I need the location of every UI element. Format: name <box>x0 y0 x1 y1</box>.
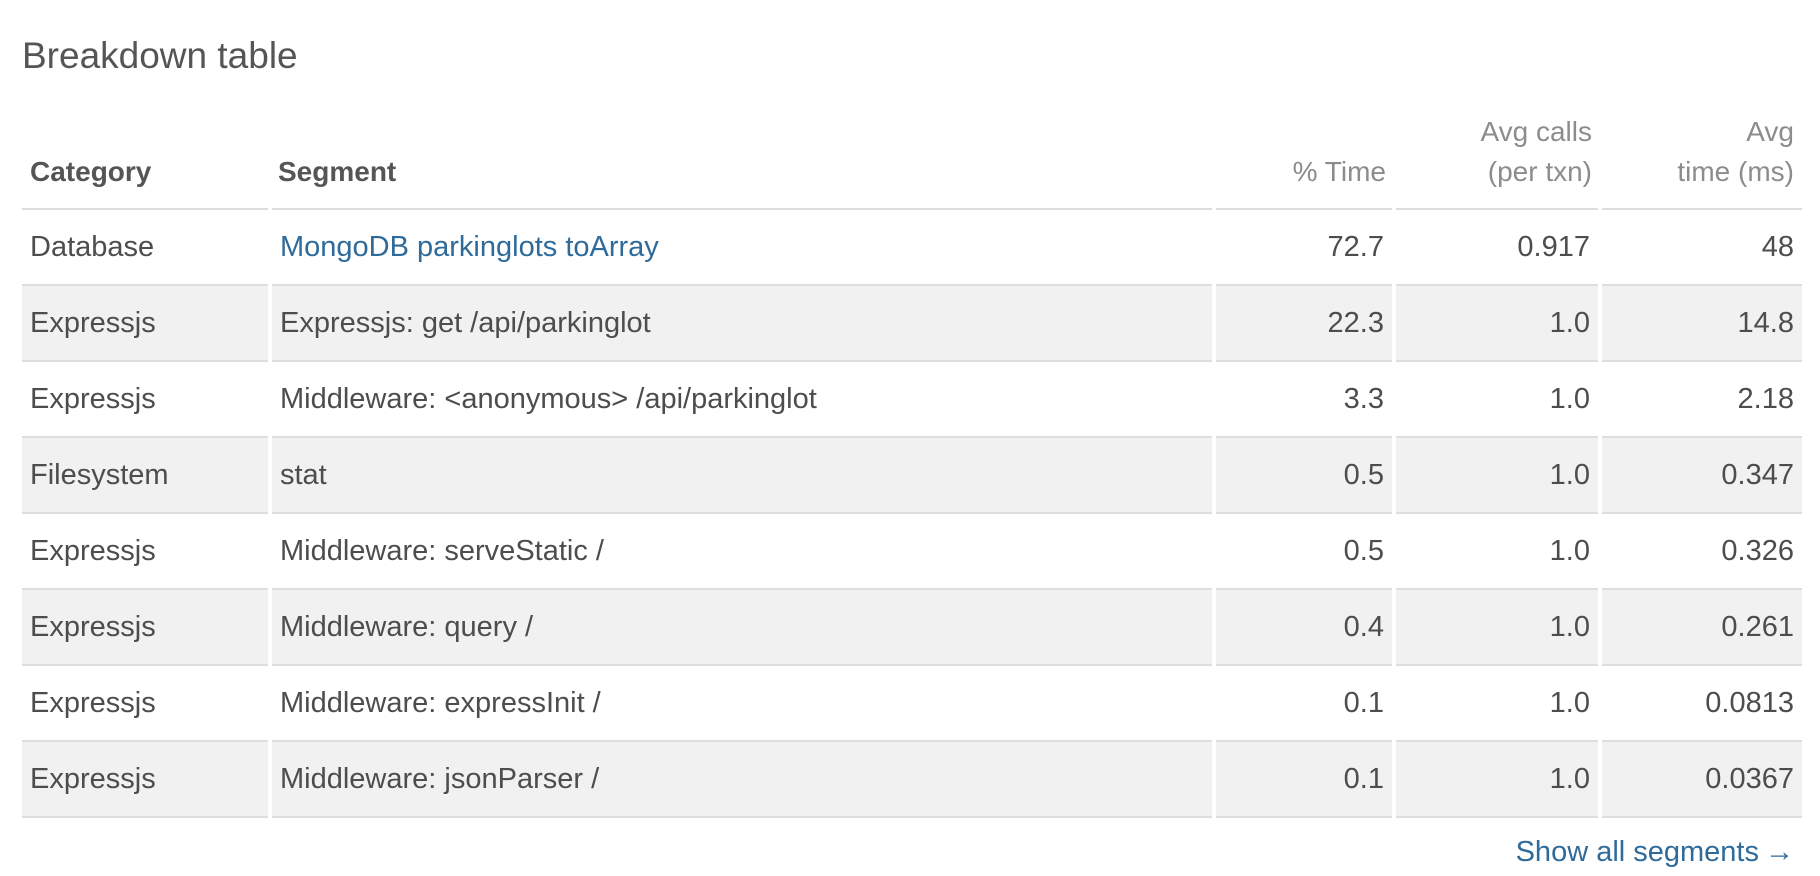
cell-segment: Expressjs: get /api/parkinglot <box>268 285 1214 362</box>
cell-pct-time: 22.3 <box>1212 285 1394 362</box>
breakdown-table: Category Segment % Time Avg calls (per t… <box>22 112 1802 818</box>
cell-category: Database <box>22 209 270 286</box>
cell-avg-time: 0.326 <box>1598 513 1802 590</box>
column-header-avg-time-line1: Avg <box>1746 116 1794 147</box>
cell-segment: MongoDB parkinglots toArray <box>268 209 1214 286</box>
cell-avg-calls: 1.0 <box>1392 437 1600 514</box>
column-header-avg-calls-line2: (per txn) <box>1487 156 1592 187</box>
cell-pct-time: 0.4 <box>1212 589 1394 666</box>
cell-avg-calls: 1.0 <box>1392 741 1600 818</box>
cell-category: Expressjs <box>22 665 270 742</box>
cell-avg-time: 0.261 <box>1598 589 1802 666</box>
segment-link[interactable]: MongoDB parkinglots toArray <box>280 231 659 263</box>
cell-avg-time: 0.0813 <box>1598 665 1802 742</box>
column-header-avg-calls-line1: Avg calls <box>1480 116 1592 147</box>
cell-avg-time: 48 <box>1598 209 1802 286</box>
cell-category: Expressjs <box>22 361 270 438</box>
cell-segment: Middleware: jsonParser / <box>268 741 1214 818</box>
show-all-segments-link[interactable]: Show all segments → <box>1516 836 1794 868</box>
cell-avg-time: 0.0367 <box>1598 741 1802 818</box>
table-row: Expressjs Middleware: serveStatic / 0.5 … <box>22 513 1802 590</box>
cell-avg-calls: 1.0 <box>1392 513 1600 590</box>
cell-category: Expressjs <box>22 741 270 818</box>
show-all-segments-label: Show all segments <box>1515 836 1759 868</box>
table-body: Database MongoDB parkinglots toArray 72.… <box>22 209 1802 818</box>
cell-avg-calls: 1.0 <box>1392 285 1600 362</box>
cell-pct-time: 0.1 <box>1212 741 1394 818</box>
column-header-segment[interactable]: Segment <box>270 112 1214 210</box>
cell-pct-time: 0.5 <box>1212 513 1394 590</box>
table-row: Database MongoDB parkinglots toArray 72.… <box>22 209 1802 286</box>
cell-category: Expressjs <box>22 285 270 362</box>
cell-avg-calls: 1.0 <box>1392 361 1600 438</box>
table-row: Expressjs Middleware: <anonymous> /api/p… <box>22 361 1802 438</box>
cell-pct-time: 3.3 <box>1212 361 1394 438</box>
section-title: Breakdown table <box>22 35 298 76</box>
cell-avg-time: 2.18 <box>1598 361 1802 438</box>
table-row: Filesystem stat 0.5 1.0 0.347 <box>22 437 1802 514</box>
arrow-right-icon: → <box>1765 836 1794 868</box>
table-row: Expressjs Middleware: query / 0.4 1.0 0.… <box>22 589 1802 666</box>
cell-segment: Middleware: expressInit / <box>268 665 1214 742</box>
table-header-row: Category Segment % Time Avg calls (per t… <box>22 112 1802 210</box>
cell-pct-time: 72.7 <box>1212 209 1394 286</box>
cell-category: Expressjs <box>22 513 270 590</box>
cell-segment: Middleware: query / <box>268 589 1214 666</box>
column-header-avg-time[interactable]: Avg time (ms) <box>1600 112 1802 210</box>
column-header-category[interactable]: Category <box>22 112 270 210</box>
cell-segment: Middleware: serveStatic / <box>268 513 1214 590</box>
cell-avg-calls: 0.917 <box>1392 209 1600 286</box>
cell-avg-calls: 1.0 <box>1392 665 1600 742</box>
cell-category: Filesystem <box>22 437 270 514</box>
table-row: Expressjs Middleware: expressInit / 0.1 … <box>22 665 1802 742</box>
cell-segment: stat <box>268 437 1214 514</box>
column-header-avg-calls[interactable]: Avg calls (per txn) <box>1394 112 1600 210</box>
cell-avg-calls: 1.0 <box>1392 589 1600 666</box>
column-header-pct-time[interactable]: % Time <box>1214 112 1394 210</box>
cell-avg-time: 14.8 <box>1598 285 1802 362</box>
cell-pct-time: 0.5 <box>1212 437 1394 514</box>
breakdown-panel: Breakdown table Category Segment % Time … <box>22 26 1802 869</box>
cell-category: Expressjs <box>22 589 270 666</box>
cell-avg-time: 0.347 <box>1598 437 1802 514</box>
table-row: Expressjs Expressjs: get /api/parkinglot… <box>22 285 1802 362</box>
cell-pct-time: 0.1 <box>1212 665 1394 742</box>
cell-segment: Middleware: <anonymous> /api/parkinglot <box>268 361 1214 438</box>
table-row: Expressjs Middleware: jsonParser / 0.1 1… <box>22 741 1802 818</box>
column-header-avg-time-line2: time (ms) <box>1677 156 1794 187</box>
table-footer: Show all segments → <box>22 836 1802 869</box>
